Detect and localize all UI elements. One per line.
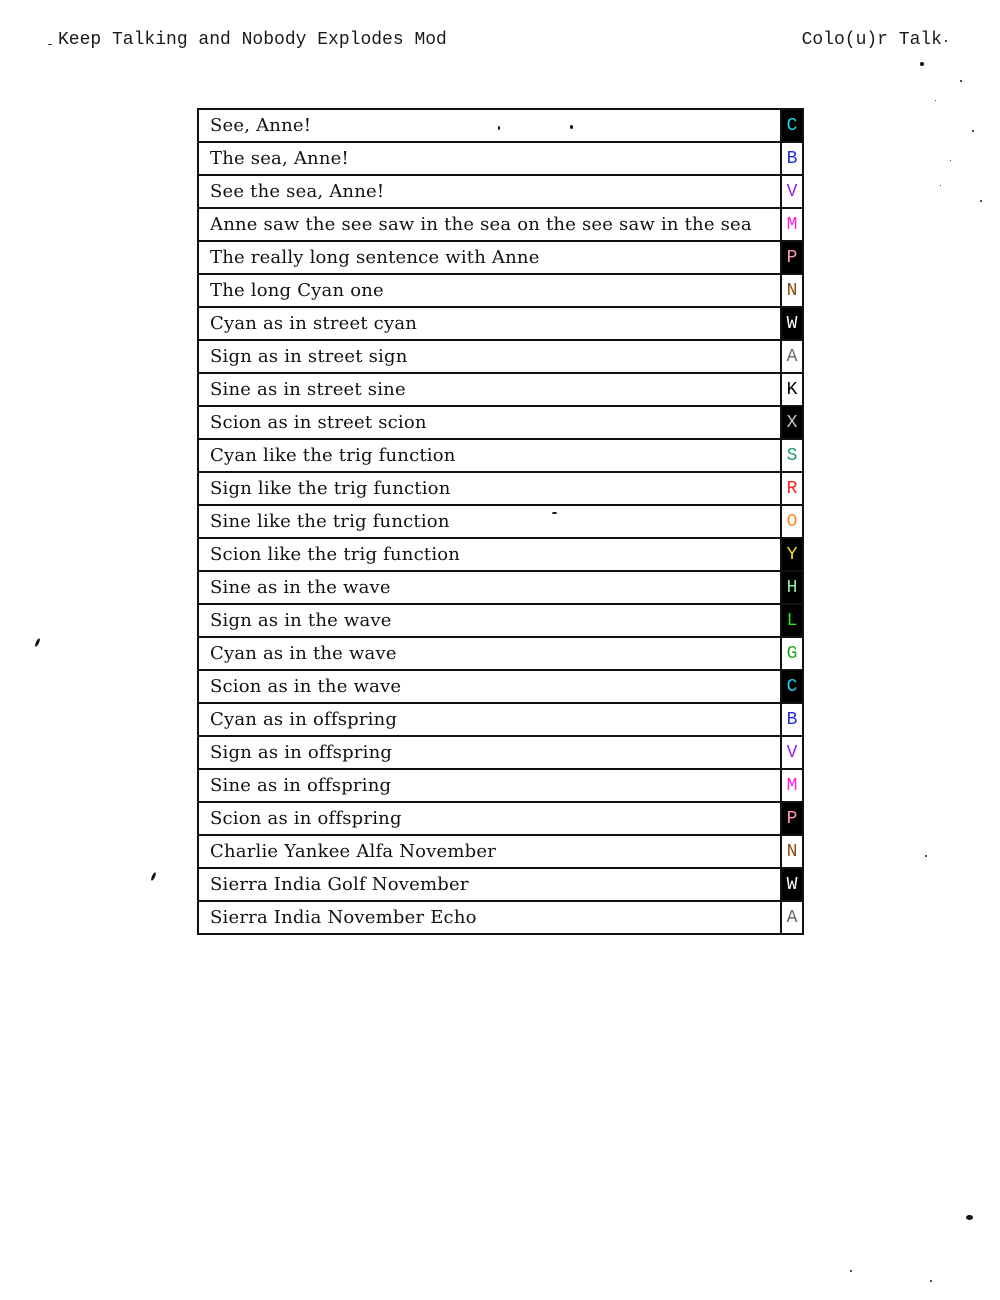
phrase-cell: Scion as in the wave [197,669,782,704]
table-row: Scion like the trig function Y [197,537,804,572]
page-header-title: Keep Talking and Nobody Explodes Mod [58,30,447,50]
colour-letter-cell: M [780,207,804,242]
table-row: Sine as in offspring M [197,768,804,803]
colour-letter-cell: N [780,834,804,869]
phrase-cell: See the sea, Anne! [197,174,782,209]
colour-letter-cell: L [780,603,804,638]
table-row: Sign as in the wave L [197,603,804,638]
phrase-cell: Scion like the trig function [197,537,782,572]
table-row: Sierra India November Echo A [197,900,804,935]
colour-letter-cell: B [780,702,804,737]
colour-letter-cell: A [780,339,804,374]
colour-letter-cell: A [780,900,804,935]
colour-letter-cell: W [780,306,804,341]
phrase-cell: Charlie Yankee Alfa November [197,834,782,869]
phrase-cell: Sine like the trig function [197,504,782,539]
phrase-cell: Cyan as in offspring [197,702,782,737]
table-row: Scion as in street scion X [197,405,804,440]
colour-letter-cell: P [780,240,804,275]
colour-letter-cell: V [780,174,804,209]
table-row: Anne saw the see saw in the sea on the s… [197,207,804,242]
table-row: Cyan as in offspring B [197,702,804,737]
colour-letter-cell: W [780,867,804,902]
colour-letter-cell: Y [780,537,804,572]
phrase-cell: Sine as in offspring [197,768,782,803]
colour-letter-cell: R [780,471,804,506]
colour-phrase-table: See, Anne! C The sea, Anne! B See the sea, A… [197,108,804,935]
phrase-cell: Sign like the trig function [197,471,782,506]
table-row: Scion as in offspring P [197,801,804,836]
table-row: Sine as in street sine K [197,372,804,407]
phrase-cell: Scion as in street scion [197,405,782,440]
table-row: Sine as in the wave H [197,570,804,605]
colour-letter-cell: B [780,141,804,176]
table-row: Sign as in street sign A [197,339,804,374]
phrase-cell: Sign as in offspring [197,735,782,770]
colour-letter-cell: V [780,735,804,770]
phrase-cell: The long Cyan one [197,273,782,308]
colour-letter-cell: G [780,636,804,671]
table-row: Charlie Yankee Alfa November N [197,834,804,869]
phrase-cell: Cyan like the trig function [197,438,782,473]
colour-letter-cell: K [780,372,804,407]
table-row: See, Anne! C [197,108,804,143]
colour-letter-cell: O [780,504,804,539]
phrase-cell: Sierra India November Echo [197,900,782,935]
table-row: Cyan like the trig function S [197,438,804,473]
phrase-cell: Cyan as in the wave [197,636,782,671]
table-row: See the sea, Anne! V [197,174,804,209]
colour-letter-cell: S [780,438,804,473]
phrase-cell: Sierra India Golf November [197,867,782,902]
phrase-cell: Sine as in street sine [197,372,782,407]
phrase-cell: Sine as in the wave [197,570,782,605]
colour-letter-cell: C [780,669,804,704]
table-row: Sign as in offspring V [197,735,804,770]
phrase-cell: Anne saw the see saw in the sea on the s… [197,207,782,242]
module-name: Colo(u)r Talk [801,30,942,50]
table-row: Sine like the trig function O [197,504,804,539]
colour-letter-cell: P [780,801,804,836]
colour-letter-cell: X [780,405,804,440]
colour-letter-cell: C [780,108,804,143]
table-row: The really long sentence with Anne P [197,240,804,275]
phrase-cell: Sign as in street sign [197,339,782,374]
phrase-cell: Sign as in the wave [197,603,782,638]
phrase-cell: The sea, Anne! [197,141,782,176]
phrase-cell: The really long sentence with Anne [197,240,782,275]
table-row: Sign like the trig function R [197,471,804,506]
table-row: Cyan as in the wave G [197,636,804,671]
phrase-cell: Cyan as in street cyan [197,306,782,341]
colour-letter-cell: H [780,570,804,605]
phrase-cell: Scion as in offspring [197,801,782,836]
table-row: Sierra India Golf November W [197,867,804,902]
table-row: Scion as in the wave C [197,669,804,704]
colour-letter-cell: N [780,273,804,308]
colour-letter-cell: M [780,768,804,803]
table-row: Cyan as in street cyan W [197,306,804,341]
table-row: The sea, Anne! B [197,141,804,176]
table-row: The long Cyan one N [197,273,804,308]
phrase-cell: See, Anne! [197,108,782,143]
